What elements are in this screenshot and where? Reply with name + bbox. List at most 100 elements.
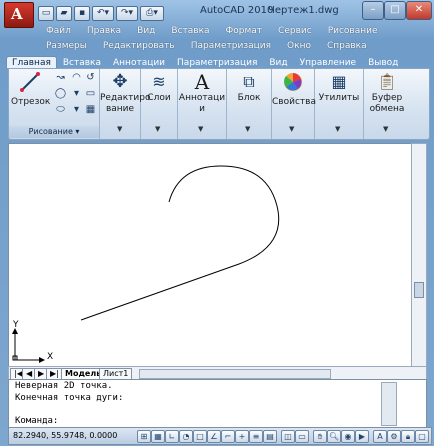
circle-icon[interactable]: ◯ [53,87,68,100]
otrack-icon[interactable]: ∠ [207,430,221,443]
line-button[interactable]: Отрезок [11,71,50,108]
close-button[interactable]: ✕ [406,1,432,20]
block-panel: ⧉ Блок ▼ [227,69,272,139]
clean-screen-icon[interactable]: ▢ [415,430,429,443]
draw-panel-label[interactable]: Рисование ▾ [9,126,99,138]
polyline-icon[interactable]: ↝ [53,71,68,84]
menu-window[interactable]: Окно [281,39,321,54]
app-title: AutoCAD 2010 [200,5,274,16]
osnap-icon[interactable]: □ [193,430,207,443]
rotate-icon[interactable]: ↺ [83,71,98,84]
modify-panel: ✥ Редактиро вание ▼ [100,69,150,139]
tab-manage[interactable]: Управление [294,56,362,68]
command-history-line: Конечная точка дуги: [15,393,124,403]
tab-output[interactable]: Вывод [362,56,404,68]
menu-format[interactable]: Формат [220,24,273,39]
chevron-down-icon[interactable]: ▼ [289,125,294,133]
menu-draw[interactable]: Рисование [322,24,388,39]
lineweight-icon[interactable]: ≡ [249,430,263,443]
properties-panel: Свойства ▼ [272,69,316,139]
dropdown-icon[interactable]: ▾ [69,103,84,116]
properties-button[interactable]: Свойства [272,71,316,108]
chevron-down-icon[interactable]: ▼ [335,125,340,133]
minimize-button[interactable]: – [362,1,384,20]
hatch-icon[interactable]: ▦ [83,103,98,116]
menu-view[interactable]: Вид [131,24,165,39]
annotation-panel: A Аннотаци и ▼ [178,69,227,139]
chevron-down-icon[interactable]: ▼ [198,125,203,133]
y-axis-label: Y [13,320,19,330]
layers-icon: ≋ [152,72,166,91]
command-history-line: Неверная 2D точка. [15,381,113,391]
horizontal-scrollbar[interactable] [139,369,331,379]
ortho-icon[interactable]: ∟ [165,430,179,443]
chevron-down-icon[interactable]: ▼ [155,125,160,133]
maximize-button[interactable]: □ [384,1,406,20]
layers-button[interactable]: ≋ Слои [141,71,177,104]
text-icon: A [194,70,210,94]
menu-parametric[interactable]: Параметризация [185,39,281,54]
menu-file[interactable]: Файл [40,24,81,39]
app-logo[interactable]: A [4,2,34,28]
polar-icon[interactable]: ◔ [179,430,193,443]
block-button[interactable]: ⧉ Блок [227,71,271,104]
vertical-scrollbar[interactable] [411,143,427,367]
annotation-button[interactable]: A Аннотаци и [178,71,226,115]
open-icon[interactable]: ▰ [56,6,72,21]
ellipse-icon[interactable]: ⬭ [53,103,68,116]
tab-parametric[interactable]: Параметризация [171,56,263,68]
undo-icon[interactable]: ↶▾ [92,6,114,21]
ribbon-tabs: Главная Вставка Аннотации Параметризация… [6,56,428,68]
menu-modify[interactable]: Редактировать [97,39,185,54]
tab-view[interactable]: Вид [263,56,293,68]
modify-button[interactable]: ✥ Редактиро вание [100,71,150,115]
workspace-icon[interactable]: ⚙ [387,430,401,443]
rectangle-icon[interactable]: ▭ [83,87,98,100]
save-icon[interactable]: ▪ [74,6,90,21]
menu-insert[interactable]: Вставка [165,24,219,39]
scroll-thumb[interactable] [414,282,424,298]
dyn-icon[interactable]: + [235,430,249,443]
grid-icon[interactable]: ▦ [151,430,165,443]
polyline-arc-object[interactable] [80,165,280,321]
chevron-down-icon[interactable]: ▼ [245,125,250,133]
menu-tools[interactable]: Сервис [272,24,322,39]
lock-icon[interactable]: 🔒︎ [401,430,415,443]
tab-insert[interactable]: Вставка [57,56,107,68]
command-prompt[interactable]: Команда: [9,415,426,427]
utilities-button[interactable]: ▦ Утилиты [315,71,363,104]
showmotion-icon[interactable]: ▶ [355,430,369,443]
snap-icon[interactable]: ⊞ [137,430,151,443]
plot-icon[interactable]: ⎙▾ [140,6,164,21]
menu-help[interactable]: Справка [321,39,377,54]
arc-icon[interactable]: ◠ [69,71,84,84]
title-bar: A ▭ ▰ ▪ ↶▾ ↷▾ ⎙▾ AutoCAD 2010 Чертеж1.dw… [0,0,434,28]
ducs-icon[interactable]: ⌐ [221,430,235,443]
redo-icon[interactable]: ↷▾ [116,6,138,21]
menu-bar-row-2: Размеры Редактировать Параметризация Окн… [40,39,377,54]
layout-tab-bar: |◀ ◀ ▶ ▶| Модель Лист1 [8,366,427,380]
tab-home[interactable]: Главная [6,56,57,68]
annotation-scale-icon[interactable]: A [373,430,387,443]
dropdown-icon[interactable]: ▾ [69,87,84,100]
status-bar: 82.2940, 55.9748, 0.0000 ⊞ ▦ ∟ ◔ □ ∠ ⌐ +… [8,427,432,445]
drawing-canvas[interactable]: Y X [8,143,412,367]
chevron-down-icon[interactable]: ▼ [117,125,122,133]
chevron-down-icon[interactable]: ▼ [383,125,388,133]
zoom-icon[interactable]: 🔍︎ [327,430,341,443]
command-window[interactable]: Неверная 2D точка. Конечная точка дуги: … [8,379,427,428]
model-space-icon[interactable]: ◫ [281,430,295,443]
quick-access-toolbar: ▭ ▰ ▪ ↶▾ ↷▾ ⎙▾ [38,6,164,21]
qp-icon[interactable]: ▤ [263,430,277,443]
menu-dimension[interactable]: Размеры [40,39,97,54]
menu-edit[interactable]: Правка [81,24,131,39]
line-icon [20,72,40,92]
tab-annotate[interactable]: Аннотации [107,56,171,68]
new-icon[interactable]: ▭ [38,6,54,21]
draw-panel: Отрезок ↝ ◠ ↺ ◯ ▾ ▭ ⬭ ▾ ▦ Рисование ▾ [9,69,100,139]
command-scrollbar[interactable] [381,382,397,426]
steering-wheel-icon[interactable]: ◉ [341,430,355,443]
clipboard-button[interactable]: 📋︎ Буфер обмена [364,71,410,115]
layout-icon[interactable]: ▭ [295,430,309,443]
pan-icon[interactable]: ✋︎ [313,430,327,443]
